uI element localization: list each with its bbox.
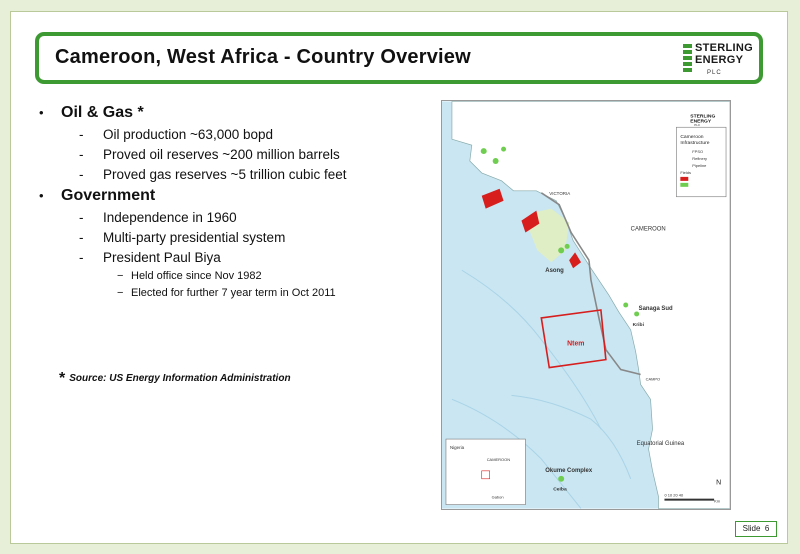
- slide-number: Slide 6: [735, 521, 777, 537]
- label-sanaga-sud: Sanaga Sud: [639, 306, 673, 312]
- bullet-icon: •: [39, 188, 44, 203]
- bullet-icon: •: [39, 105, 44, 120]
- legend-subtitle: Infrastructure: [680, 140, 709, 146]
- label-equatorial-guinea: Equatorial Guinea: [637, 441, 685, 447]
- list-item: - Independence in 1960: [79, 210, 237, 225]
- legend-item-fpso: FPSO: [692, 149, 703, 154]
- inset-label-nigeria: Nigeria: [450, 445, 465, 450]
- scale-bar-unit: Km: [714, 499, 721, 504]
- source-note: * Source: US Energy Information Administr…: [59, 370, 291, 387]
- legend-item-pipeline: Pipeline: [692, 163, 707, 168]
- map-logo-line3: PLC: [694, 123, 701, 127]
- gas-field: [480, 148, 487, 155]
- inset-label-cameroon: CAMEROON: [487, 457, 511, 462]
- scale-bar-labels: 0 10 20 40: [664, 493, 684, 498]
- north-arrow-icon: N: [716, 480, 721, 487]
- legend-item-refinery: Refinery: [692, 156, 707, 161]
- section-heading: • Government: [39, 187, 156, 204]
- slide: Cameroon, West Africa - Country Overview…: [10, 11, 788, 544]
- label-ntem: Ntem: [567, 341, 584, 348]
- gas-field: [558, 247, 565, 254]
- logo-line3: PLC: [707, 70, 722, 76]
- label-ceiba: Ceiba: [553, 487, 567, 493]
- scale-bar: [664, 498, 715, 501]
- logo-mark-icon: [683, 44, 692, 72]
- legend-title: Cameroon: [680, 134, 703, 140]
- inset-label-gabon: Gabon: [492, 495, 504, 500]
- label-okume-complex: Okume Complex: [545, 468, 593, 474]
- title-box: Cameroon, West Africa - Country Overview…: [35, 32, 763, 84]
- bullet-list: • Oil & Gas * - Oil production ~63,000 bop…: [39, 104, 419, 304]
- legend-item-fields: Fields: [680, 170, 691, 175]
- gas-field: [564, 243, 570, 249]
- page-title: Cameroon, West Africa - Country Overview: [55, 46, 471, 68]
- gas-field: [501, 146, 507, 152]
- legend-oil-swatch: [680, 176, 689, 181]
- legend-gas-swatch: [680, 182, 689, 187]
- logo-line1: STERLING: [695, 42, 754, 54]
- list-item: - Oil production ~63,000 bopd: [79, 127, 274, 142]
- list-item: - President Paul Biya: [79, 250, 221, 265]
- label-asong: Asong: [545, 268, 564, 274]
- section-heading: • Oil & Gas *: [39, 104, 144, 121]
- label-kribi: Kribi: [633, 322, 645, 328]
- gas-field: [623, 302, 629, 308]
- sterling-energy-logo: STERLING ENERGY PLC: [683, 40, 753, 80]
- label-cameroon: CAMEROON: [631, 227, 666, 233]
- gas-field: [634, 311, 640, 317]
- label-victoria: VICTORIA: [549, 191, 570, 196]
- logo-line2: ENERGY: [695, 54, 744, 66]
- sub-list-item: − Elected for further 7 year term in Oct …: [117, 287, 336, 299]
- list-item: - Proved oil reserves ~200 million barrel…: [79, 147, 340, 162]
- label-campo: CAMPO: [646, 376, 661, 381]
- gas-field: [558, 475, 565, 482]
- cameroon-infrastructure-map: Cameroon Infrastructure FPSO Refinery Pi…: [441, 100, 731, 510]
- list-item: - Proved gas reserves ~5 trillion cubic f…: [79, 167, 347, 182]
- sub-list-item: − Held office since Nov 1982: [117, 270, 262, 282]
- list-item: - Multi-party presidential system: [79, 230, 286, 245]
- gas-field: [492, 158, 499, 164]
